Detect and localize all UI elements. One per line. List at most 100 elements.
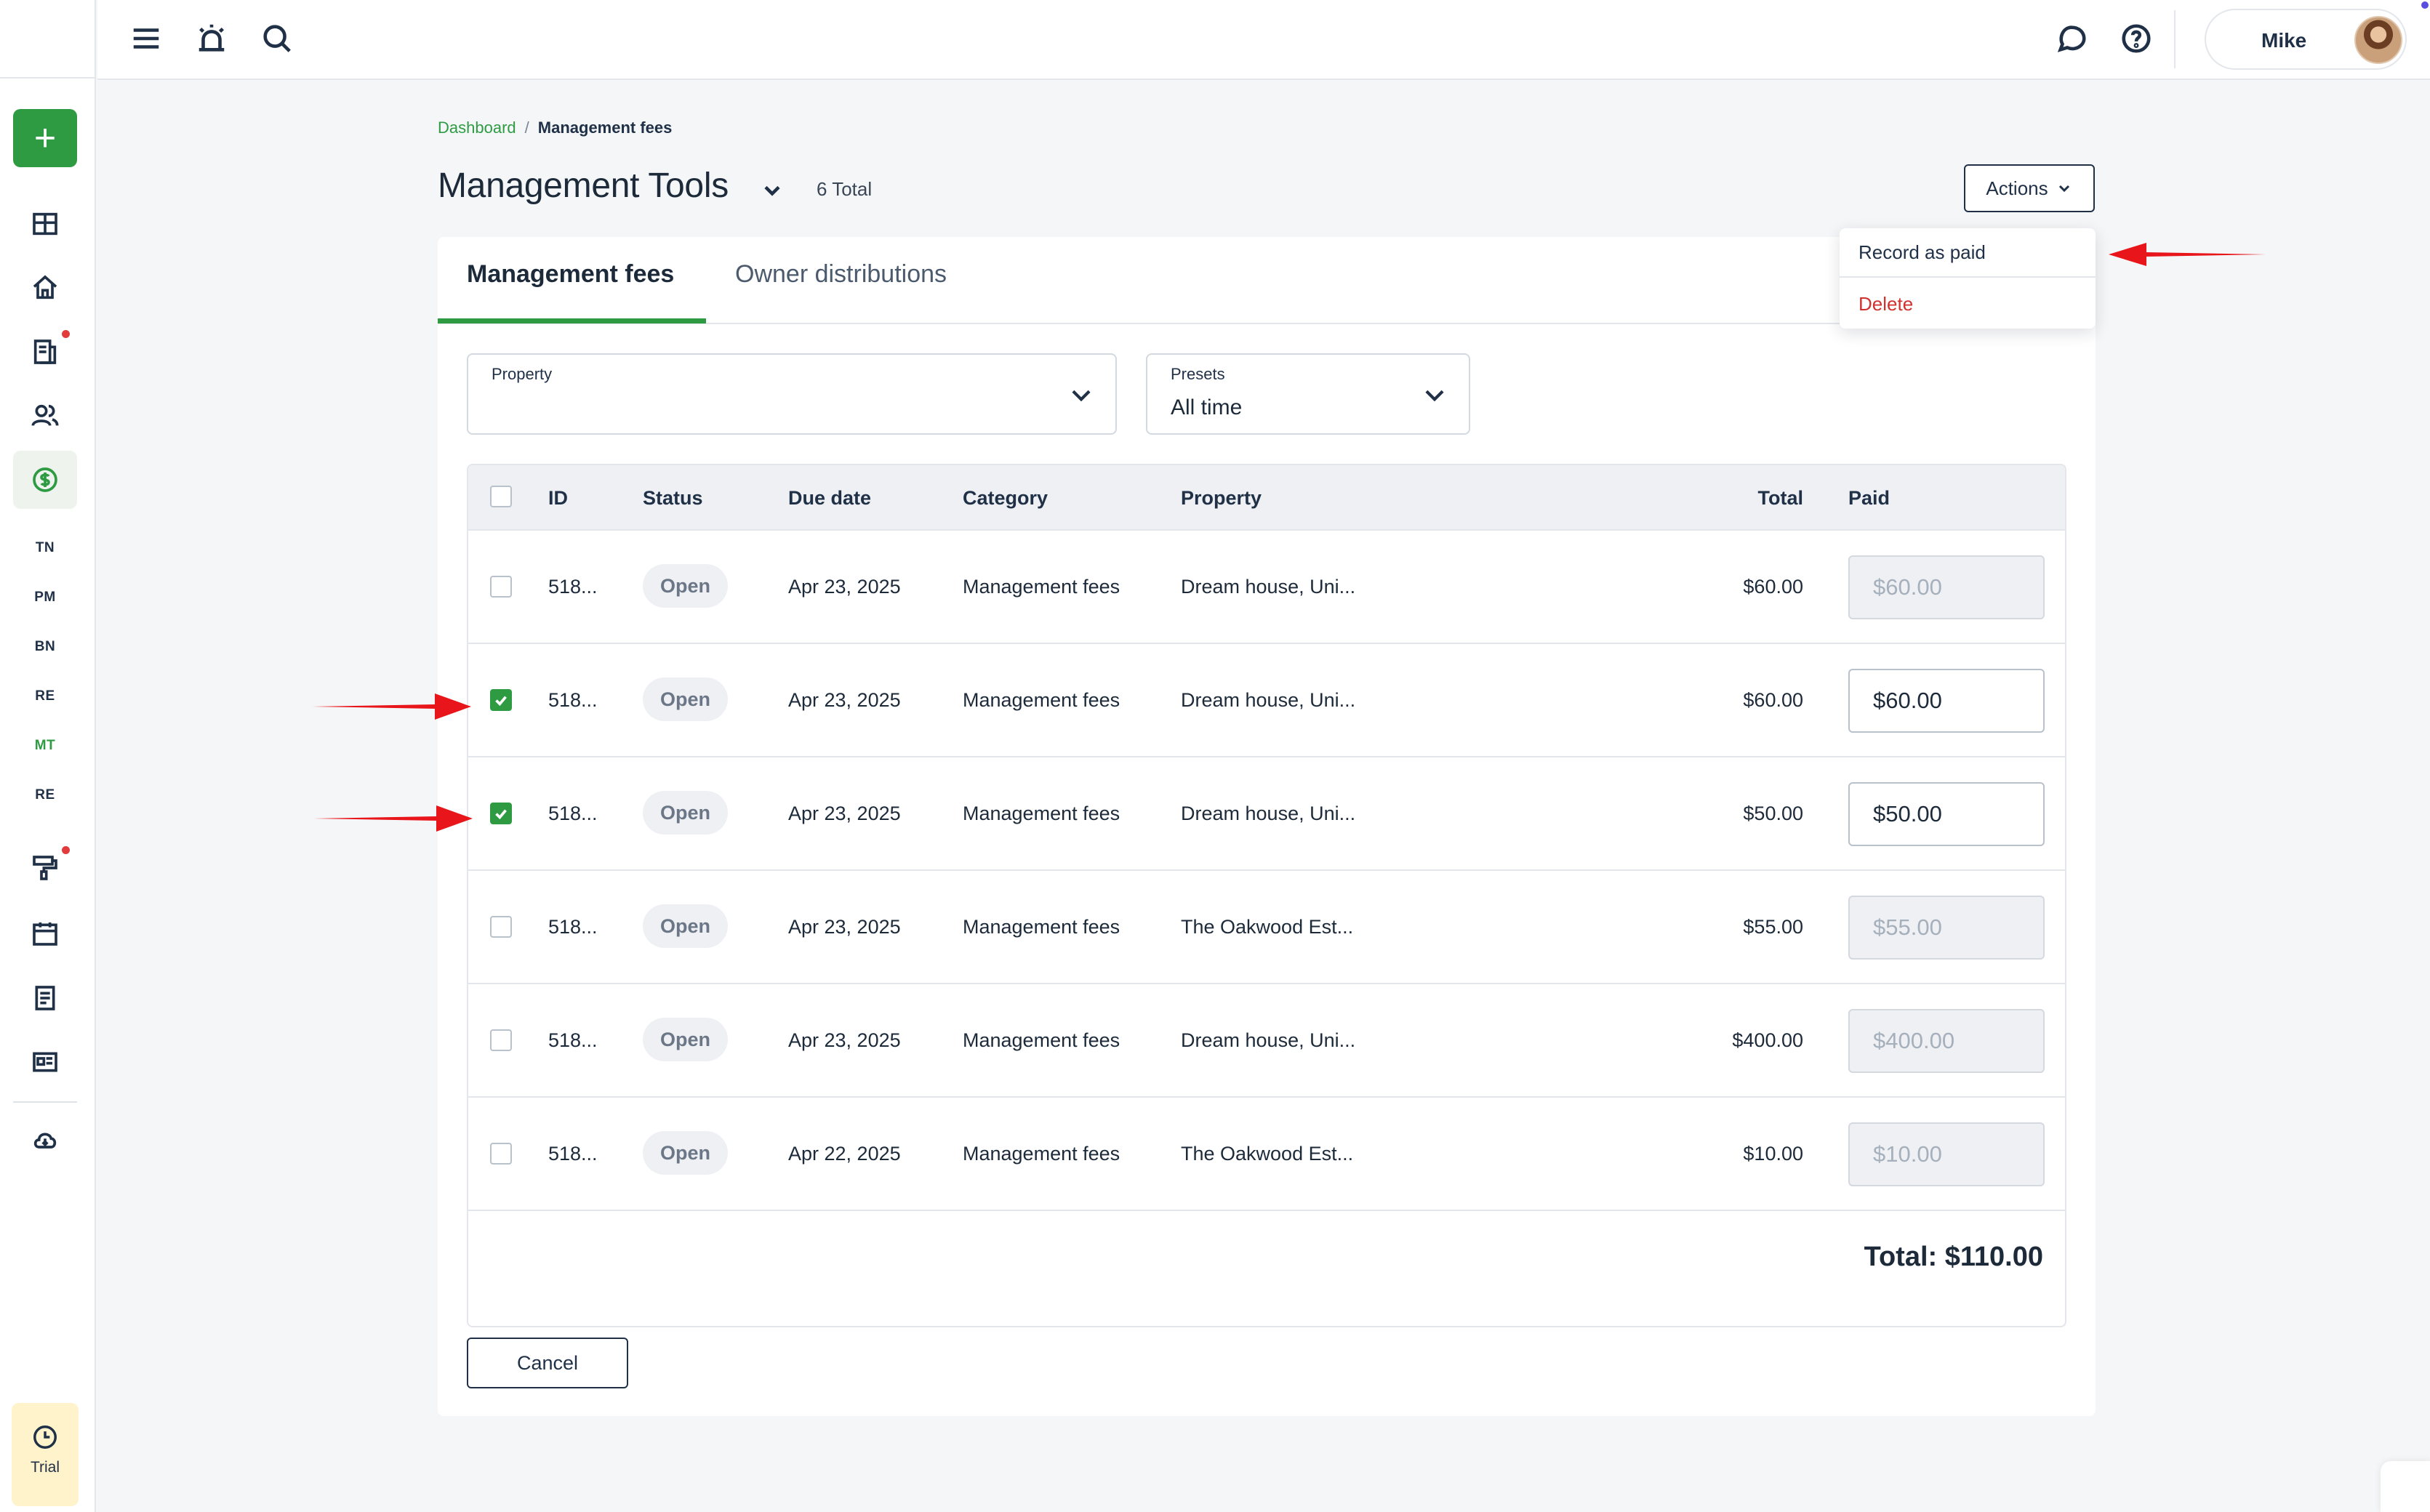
- table-row[interactable]: 518... Open Apr 23, 2025 Management fees…: [468, 984, 2065, 1098]
- total-count: 6 Total: [817, 178, 873, 200]
- home-icon: [33, 275, 57, 299]
- status-badge: Open: [643, 904, 729, 948]
- alarm-button[interactable]: [193, 20, 230, 57]
- tab-management-fees[interactable]: Management fees: [467, 260, 674, 289]
- table-row[interactable]: 518... Open Apr 23, 2025 Management fees…: [468, 531, 2065, 644]
- sidebar-people[interactable]: [26, 397, 64, 435]
- sidebar-abbr-mt[interactable]: MT: [0, 738, 90, 754]
- row-property: Dream house, Uni...: [1181, 1029, 1356, 1051]
- chat-widget-launcher[interactable]: [2381, 1461, 2430, 1512]
- notification-dot: [62, 330, 70, 338]
- search-icon: [263, 25, 291, 52]
- row-category: Management fees: [963, 1029, 1120, 1051]
- title-dropdown-toggle[interactable]: [759, 177, 785, 204]
- row-checkbox[interactable]: [490, 916, 512, 938]
- sidebar-abbr-re[interactable]: RE: [0, 688, 90, 704]
- page-title[interactable]: Management Tools: [438, 166, 729, 206]
- row-checkbox[interactable]: [490, 689, 512, 711]
- column-header-category[interactable]: Category: [963, 487, 1048, 510]
- presets-select[interactable]: Presets All time: [1146, 353, 1470, 435]
- breadcrumb-dashboard-link[interactable]: Dashboard: [438, 118, 516, 137]
- sidebar-abbr-tn[interactable]: TN: [0, 540, 90, 556]
- row-property: The Oakwood Est...: [1181, 916, 1354, 938]
- chevron-down-icon: [2058, 185, 2069, 193]
- document-icon: [33, 339, 57, 364]
- column-header-due-date[interactable]: Due date: [788, 487, 871, 510]
- user-menu[interactable]: Mike: [2205, 9, 2407, 70]
- delete-item[interactable]: Delete: [1840, 279, 2096, 329]
- status-badge: Open: [643, 1018, 729, 1061]
- select-all-checkbox[interactable]: [490, 486, 512, 507]
- table-row[interactable]: 518... Open Apr 22, 2025 Management fees…: [468, 1098, 2065, 1211]
- actions-button[interactable]: Actions: [1964, 164, 2095, 212]
- column-header-total[interactable]: Total: [1758, 487, 1804, 510]
- column-header-status[interactable]: Status: [643, 487, 703, 510]
- sidebar-calendar[interactable]: [26, 914, 64, 952]
- actions-label: Actions: [1986, 177, 2048, 199]
- property-select[interactable]: Property: [467, 353, 1117, 435]
- record-as-paid-item[interactable]: Record as paid: [1840, 228, 2096, 278]
- paid-amount-input[interactable]: $50.00: [1848, 782, 2045, 846]
- annotation-arrow-row-2: [313, 689, 473, 728]
- table-row[interactable]: 518... Open Apr 23, 2025 Management fees…: [468, 871, 2065, 984]
- help-circle-icon: [2122, 24, 2151, 53]
- paid-amount-input[interactable]: $55.00: [1848, 896, 2045, 960]
- active-tab-indicator: [438, 318, 706, 323]
- sidebar-accounting[interactable]: [26, 461, 64, 499]
- row-property: Dream house, Uni...: [1181, 689, 1356, 711]
- chat-button[interactable]: [2053, 20, 2090, 57]
- row-due-date: Apr 23, 2025: [788, 1029, 901, 1051]
- search-button[interactable]: [259, 20, 295, 57]
- column-header-paid[interactable]: Paid: [1848, 487, 1890, 510]
- sidebar-leases[interactable]: [26, 330, 70, 371]
- row-due-date: Apr 22, 2025: [788, 1143, 901, 1165]
- sidebar-listings[interactable]: [26, 1043, 64, 1081]
- notification-dot: [62, 846, 70, 854]
- table-row[interactable]: 518... Open Apr 23, 2025 Management fees…: [468, 644, 2065, 757]
- row-property: The Oakwood Est...: [1181, 1143, 1354, 1165]
- paint-roller-icon: [33, 856, 57, 880]
- row-total: $60.00: [1743, 576, 1803, 598]
- paid-amount-input[interactable]: $400.00: [1848, 1009, 2045, 1073]
- row-checkbox[interactable]: [490, 803, 512, 824]
- paid-amount-input[interactable]: $10.00: [1848, 1122, 2045, 1186]
- trial-badge[interactable]: Trial: [12, 1403, 79, 1506]
- sidebar-cloud[interactable]: [26, 1121, 64, 1159]
- paid-amount-input[interactable]: $60.00: [1848, 555, 2045, 619]
- paid-amount-input[interactable]: $60.00: [1848, 669, 2045, 733]
- breadcrumb-current: Management fees: [537, 118, 673, 137]
- row-category: Management fees: [963, 689, 1120, 711]
- column-header-id[interactable]: ID: [548, 487, 568, 510]
- row-checkbox[interactable]: [490, 576, 512, 598]
- menu-button[interactable]: [128, 20, 164, 57]
- cancel-button[interactable]: Cancel: [467, 1338, 628, 1388]
- tab-owner-distributions[interactable]: Owner distributions: [735, 260, 947, 289]
- help-button[interactable]: [2118, 20, 2154, 57]
- sidebar-dashboard[interactable]: [26, 205, 64, 243]
- sidebar-properties[interactable]: [26, 269, 64, 307]
- sidebar-abbr-pm[interactable]: PM: [0, 590, 90, 606]
- row-due-date: Apr 23, 2025: [788, 803, 901, 824]
- table-row[interactable]: 518... Open Apr 23, 2025 Management fees…: [468, 757, 2065, 871]
- sidebar-abbr-bn[interactable]: BN: [0, 639, 90, 655]
- row-checkbox[interactable]: [490, 1143, 512, 1165]
- dollar-circle-icon: [33, 467, 57, 492]
- status-badge: Open: [643, 791, 729, 835]
- sidebar-reports[interactable]: [26, 979, 64, 1017]
- row-total: $50.00: [1743, 803, 1803, 824]
- top-bar: Mike: [97, 0, 2430, 80]
- actions-dropdown: Record as paid Delete: [1840, 228, 2096, 329]
- presets-select-value: All time: [1171, 395, 1243, 419]
- sidebar: + TN PM BN RE MT RE Trial: [0, 0, 96, 1512]
- cloud-download-icon: [33, 1133, 57, 1149]
- sidebar-abbr-re-2[interactable]: RE: [0, 787, 90, 803]
- column-header-property[interactable]: Property: [1181, 487, 1262, 510]
- row-category: Management fees: [963, 1143, 1120, 1165]
- trial-label: Trial: [30, 1459, 60, 1476]
- fees-table: ID Status Due date Category Property Tot…: [467, 464, 2066, 1327]
- row-due-date: Apr 23, 2025: [788, 576, 901, 598]
- add-new-button[interactable]: +: [13, 109, 77, 167]
- topbar-divider: [2174, 10, 2176, 68]
- sidebar-maintenance[interactable]: [26, 846, 70, 887]
- row-checkbox[interactable]: [490, 1029, 512, 1051]
